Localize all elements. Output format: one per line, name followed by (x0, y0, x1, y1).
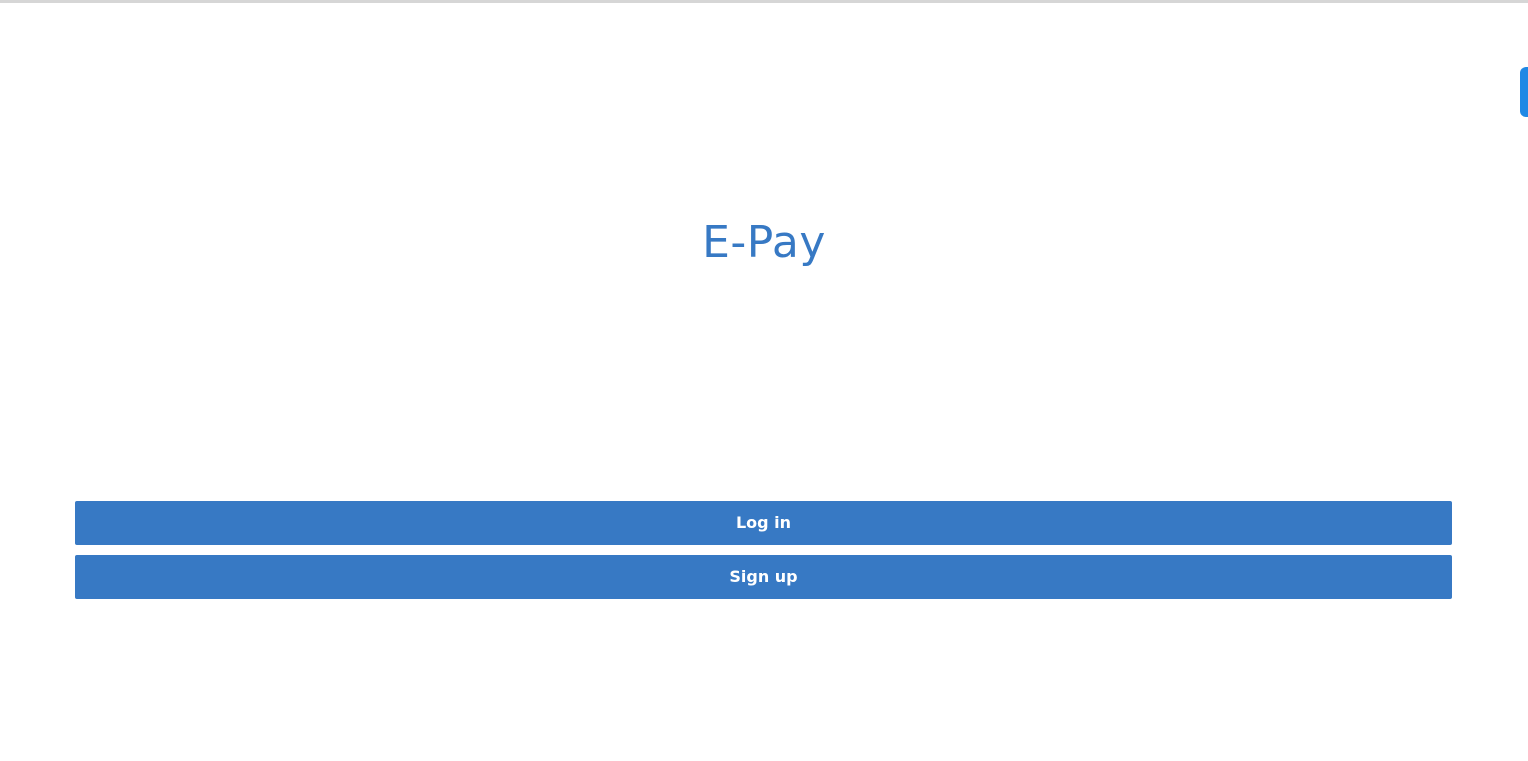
signup-button[interactable]: Sign up (75, 555, 1452, 599)
app-title: E-Pay (702, 217, 826, 269)
side-tab[interactable] (1520, 67, 1528, 117)
login-button[interactable]: Log in (75, 501, 1452, 545)
top-divider (0, 0, 1528, 3)
